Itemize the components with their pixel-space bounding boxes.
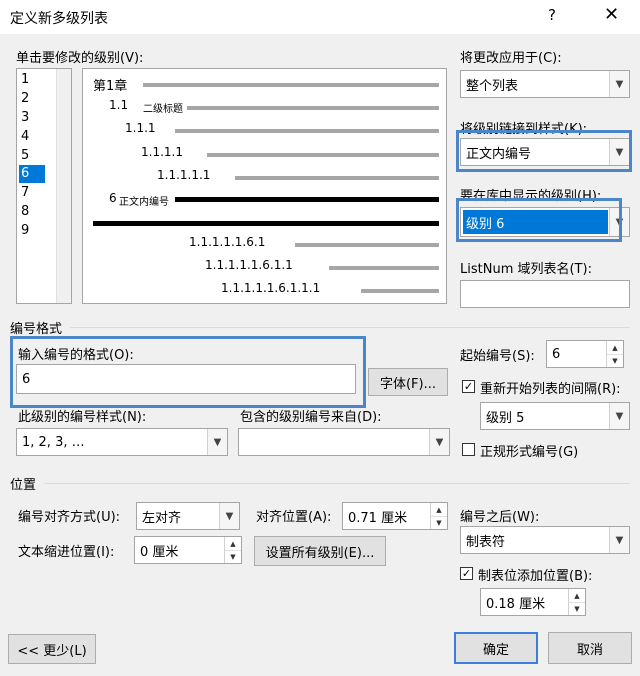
spin-down-icon[interactable]: ▼ bbox=[225, 550, 241, 563]
highlight-number-format bbox=[10, 336, 366, 408]
preview-line-8: 1.1.1.1.1.6.1.1 bbox=[205, 258, 293, 272]
level-item-9[interactable]: 9 bbox=[19, 222, 45, 240]
ok-button[interactable]: 确定 bbox=[454, 632, 538, 664]
follow-number-value: 制表符 bbox=[466, 534, 506, 550]
preview-bar bbox=[329, 266, 439, 270]
preview-bar bbox=[175, 129, 439, 133]
preview-line-2-label: 二级标题 bbox=[143, 104, 183, 115]
spin-up-icon[interactable]: ▲ bbox=[225, 537, 241, 551]
follow-number-combo[interactable]: 制表符 ▼ bbox=[460, 526, 630, 554]
highlight-link-style bbox=[456, 130, 632, 172]
list-preview: 第1章 1.1 二级标题 1.1.1 1.1.1.1 1.1.1.1.1 6 正… bbox=[82, 68, 447, 304]
group-divider bbox=[70, 327, 630, 328]
preview-line-1: 第1章 bbox=[93, 79, 128, 94]
legal-style-checkbox[interactable] bbox=[462, 443, 475, 456]
level-item-8[interactable]: 8 bbox=[19, 203, 45, 221]
number-format-group-label: 编号格式 bbox=[10, 322, 63, 337]
cancel-button[interactable]: 取消 bbox=[548, 632, 632, 664]
start-at-label: 起始编号(S): bbox=[460, 349, 535, 364]
restart-checkbox[interactable]: ✓ bbox=[462, 380, 475, 393]
aligned-at-spinner[interactable]: 0.71 厘米 ▲ ▼ bbox=[342, 502, 448, 530]
preview-line-9: 1.1.1.1.1.6.1.1.1 bbox=[221, 281, 321, 295]
indent-value: 0 厘米 bbox=[140, 544, 179, 560]
listnum-label: ListNum 域列表名(T): bbox=[460, 262, 592, 277]
preview-bar bbox=[361, 289, 439, 293]
preview-bar-selected bbox=[175, 197, 439, 202]
level-item-5[interactable]: 5 bbox=[19, 147, 45, 165]
level-item-7[interactable]: 7 bbox=[19, 184, 45, 202]
level-item-3[interactable]: 3 bbox=[19, 109, 45, 127]
tab-stop-label: 制表位添加位置(B): bbox=[478, 569, 593, 584]
tab-stop-spinner[interactable]: 0.18 厘米 ▲ ▼ bbox=[480, 588, 586, 616]
level-item-2[interactable]: 2 bbox=[19, 90, 45, 108]
preview-line-3: 1.1.1 bbox=[125, 121, 156, 135]
level-item-4[interactable]: 4 bbox=[19, 128, 45, 146]
chevron-down-icon[interactable]: ▼ bbox=[219, 503, 239, 529]
tab-stop-checkbox[interactable]: ✓ bbox=[460, 567, 473, 580]
alignment-label: 编号对齐方式(U): bbox=[18, 510, 121, 525]
level-item-6[interactable]: 6 bbox=[19, 165, 45, 183]
number-style-value: 1, 2, 3, … bbox=[22, 434, 85, 450]
restart-combo[interactable]: 级别 5 ▼ bbox=[480, 402, 630, 430]
level-item-1[interactable]: 1 bbox=[19, 71, 45, 89]
preview-bar bbox=[295, 243, 439, 247]
start-at-spinner[interactable]: 6 ▲ ▼ bbox=[546, 340, 624, 368]
indent-spinner[interactable]: 0 厘米 ▲ ▼ bbox=[134, 536, 242, 564]
help-button[interactable]: ? bbox=[548, 6, 556, 24]
apply-to-combo[interactable]: 整个列表 ▼ bbox=[460, 70, 630, 98]
preview-bar-paragraph bbox=[93, 221, 439, 226]
include-level-combo[interactable]: ▼ bbox=[238, 428, 450, 456]
spin-up-icon[interactable]: ▲ bbox=[569, 589, 585, 603]
apply-to-value: 整个列表 bbox=[466, 78, 519, 94]
spin-up-icon[interactable]: ▲ bbox=[607, 341, 623, 355]
include-level-label: 包含的级别编号来自(D): bbox=[240, 410, 382, 425]
aligned-at-label: 对齐位置(A): bbox=[256, 510, 332, 525]
restart-label: 重新开始列表的间隔(R): bbox=[480, 382, 621, 397]
spin-down-icon[interactable]: ▼ bbox=[607, 354, 623, 367]
preview-bar bbox=[235, 176, 439, 180]
restart-value: 级别 5 bbox=[486, 410, 525, 426]
start-at-value: 6 bbox=[552, 346, 561, 362]
spin-up-icon[interactable]: ▲ bbox=[431, 503, 447, 517]
listnum-input[interactable] bbox=[460, 280, 630, 308]
preview-bar bbox=[187, 106, 439, 110]
spin-down-icon[interactable]: ▼ bbox=[431, 516, 447, 529]
highlight-gallery-level bbox=[456, 198, 622, 242]
chevron-down-icon[interactable]: ▼ bbox=[207, 429, 227, 455]
dialog-title: 定义新多级列表 bbox=[10, 11, 108, 27]
spin-down-icon[interactable]: ▼ bbox=[569, 602, 585, 615]
title-bar: 定义新多级列表 ? ✕ bbox=[0, 0, 640, 34]
follow-number-label: 编号之后(W): bbox=[460, 510, 540, 525]
preview-line-5: 1.1.1.1.1 bbox=[157, 168, 211, 182]
preview-line-2: 1.1 bbox=[109, 98, 129, 112]
preview-bar bbox=[207, 153, 439, 157]
preview-bar bbox=[143, 83, 439, 87]
indent-label: 文本缩进位置(I): bbox=[18, 545, 115, 560]
tab-stop-value: 0.18 厘米 bbox=[486, 596, 546, 612]
preview-line-6-label: 正文内编号 bbox=[119, 197, 169, 208]
level-list-scrollbar[interactable] bbox=[56, 69, 71, 303]
chevron-down-icon[interactable]: ▼ bbox=[609, 527, 629, 553]
apply-to-label: 将更改应用于(C): bbox=[460, 51, 562, 66]
position-group-label: 位置 bbox=[10, 478, 37, 493]
number-style-label: 此级别的编号样式(N): bbox=[18, 410, 147, 425]
level-list[interactable]: 1 2 3 4 5 6 7 8 9 bbox=[16, 68, 72, 304]
font-button[interactable]: 字体(F)... bbox=[368, 368, 448, 396]
group-divider bbox=[44, 483, 630, 484]
chevron-down-icon[interactable]: ▼ bbox=[429, 429, 449, 455]
preview-line-7: 1.1.1.1.1.6.1 bbox=[189, 235, 266, 249]
aligned-at-value: 0.71 厘米 bbox=[348, 510, 408, 526]
alignment-combo[interactable]: 左对齐 ▼ bbox=[136, 502, 240, 530]
preview-line-4: 1.1.1.1 bbox=[141, 145, 183, 159]
close-icon[interactable]: ✕ bbox=[604, 4, 619, 25]
alignment-value: 左对齐 bbox=[142, 510, 182, 526]
preview-line-6-num: 6 bbox=[109, 191, 117, 205]
number-style-combo[interactable]: 1, 2, 3, … ▼ bbox=[16, 428, 228, 456]
less-button[interactable]: << 更少(L) bbox=[8, 634, 96, 664]
chevron-down-icon[interactable]: ▼ bbox=[609, 403, 629, 429]
set-all-levels-button[interactable]: 设置所有级别(E)... bbox=[254, 536, 386, 566]
legal-style-label: 正规形式编号(G) bbox=[480, 445, 579, 460]
level-select-label: 单击要修改的级别(V): bbox=[16, 51, 144, 66]
chevron-down-icon[interactable]: ▼ bbox=[609, 71, 629, 97]
